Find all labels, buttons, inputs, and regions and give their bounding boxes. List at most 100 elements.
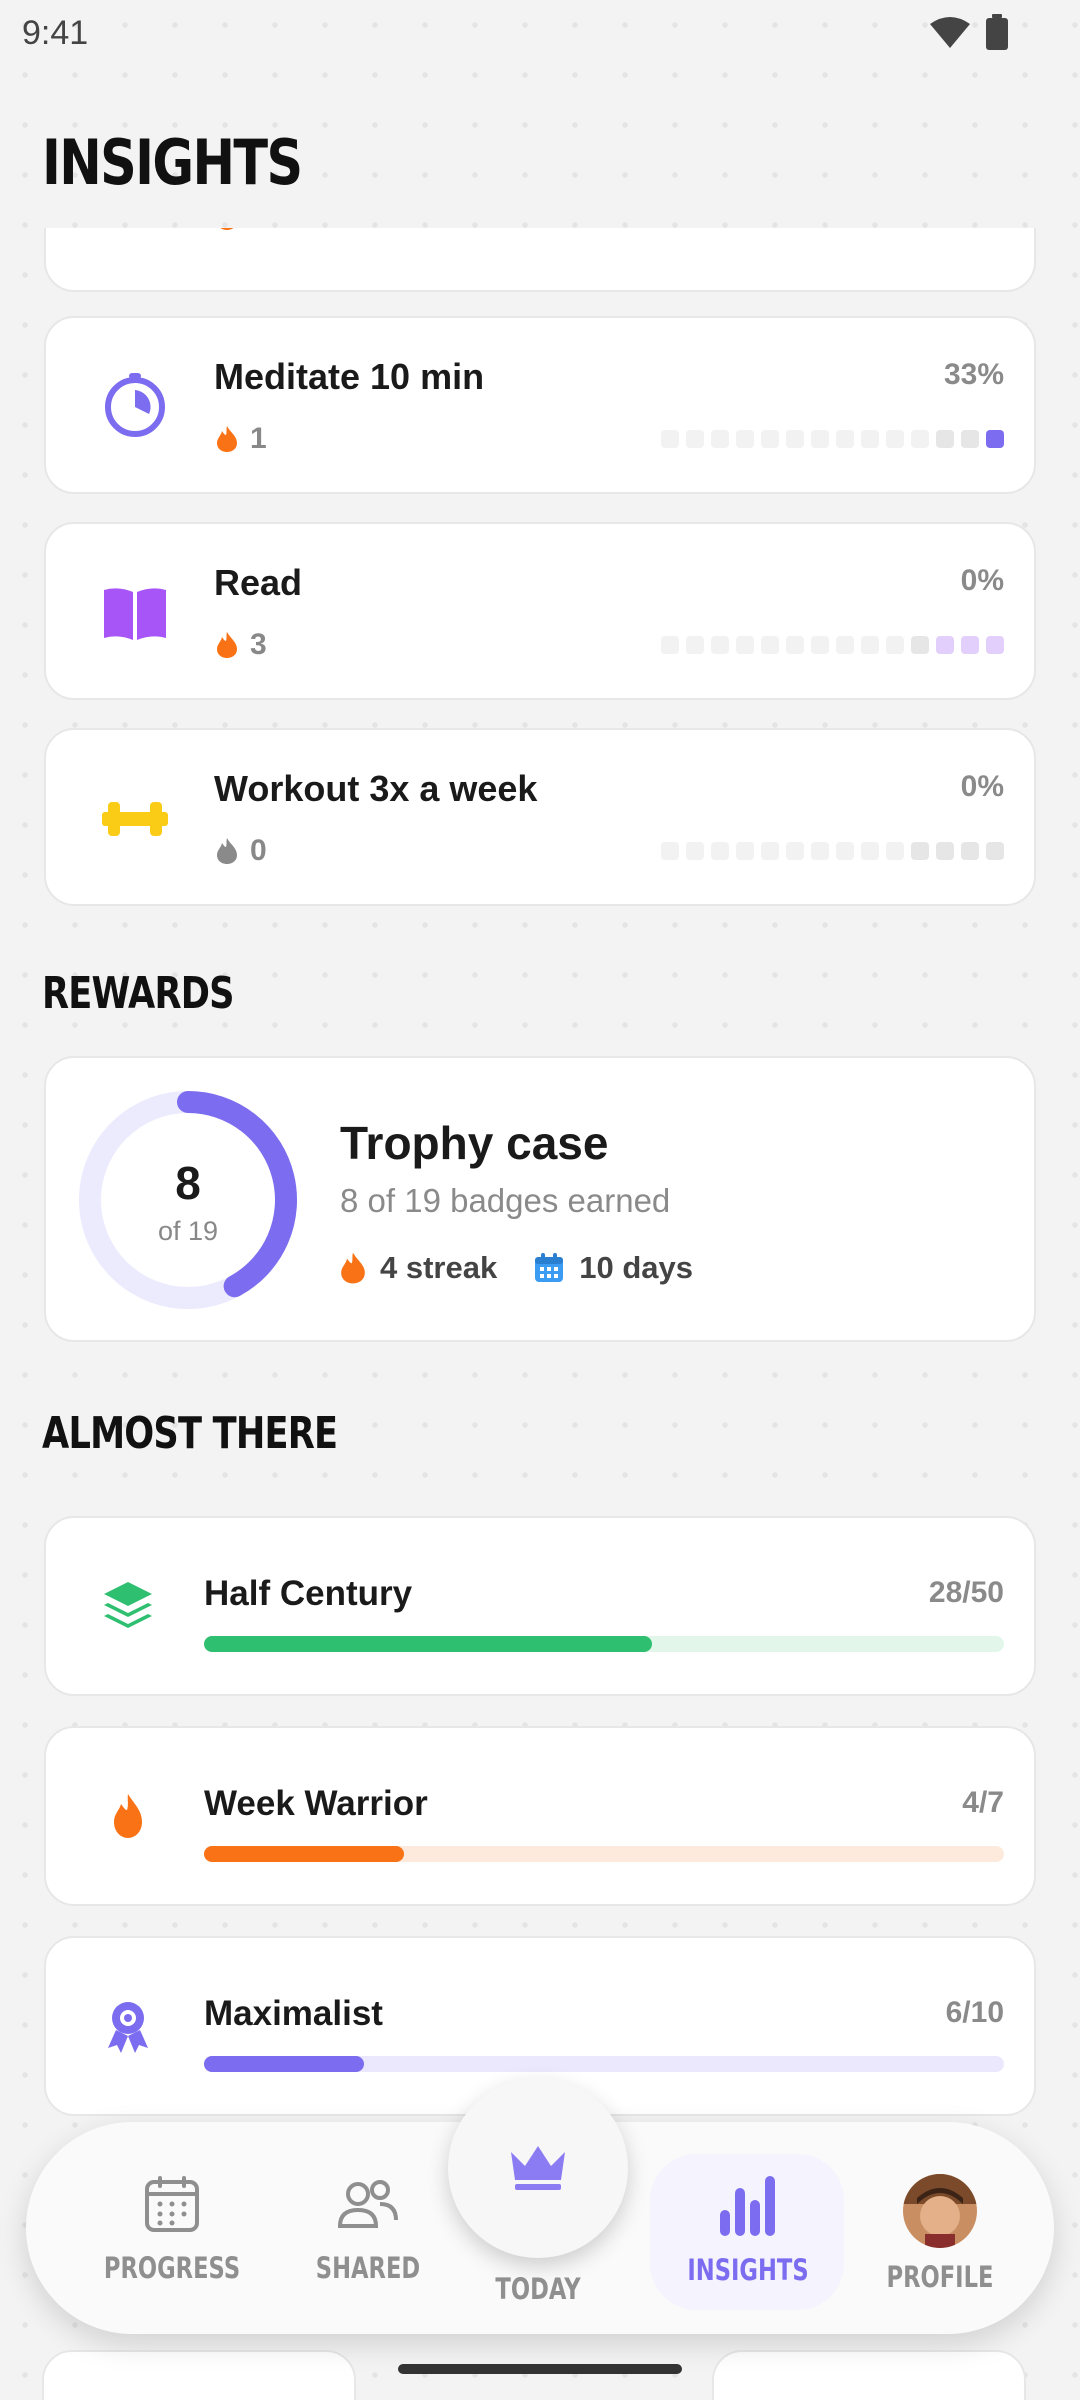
badge-count: 28/50 — [928, 1576, 1004, 1609]
history-dot — [661, 430, 679, 448]
crown-icon — [511, 2146, 565, 2190]
calendar-icon — [535, 1253, 564, 1282]
habit-name: Meditate 10 min — [214, 356, 485, 397]
badge-progress-fill — [204, 1846, 404, 1862]
badge-card-half-century[interactable]: Half Century 28/50 — [44, 1516, 1036, 1696]
trophy-case-card[interactable]: 8 of 19 Trophy case 8 of 19 badges earne… — [44, 1056, 1036, 1342]
history-dot — [711, 636, 729, 654]
history-dot — [786, 842, 804, 860]
history-dot — [786, 636, 804, 654]
avatar — [903, 2174, 977, 2248]
badge-count: 6/10 — [945, 1996, 1004, 2029]
peek-card — [42, 2350, 356, 2400]
history-dot — [936, 430, 954, 448]
tab-profile[interactable]: PROFILE — [850, 2174, 1030, 2294]
history-dot — [986, 842, 1004, 860]
trophy-stats: 4 streak 10 days — [340, 1250, 693, 1286]
history-dot — [711, 430, 729, 448]
habit-name: Read — [214, 562, 303, 603]
history-dot — [911, 842, 929, 860]
tab-progress[interactable]: PROGRESS — [82, 2174, 262, 2285]
history-dot — [961, 430, 979, 448]
flame-icon — [217, 632, 237, 658]
almost-there-section-title: ALMOST THERE — [42, 1408, 338, 1459]
history-dot — [811, 636, 829, 654]
badges-total: of 19 — [157, 1216, 219, 1246]
history-dot — [886, 842, 904, 860]
tab-today-label: TODAY — [495, 2272, 581, 2306]
award-icon — [108, 2002, 148, 2053]
trophy-case-title: Trophy case — [340, 1117, 609, 1169]
people-icon — [337, 2180, 398, 2228]
habit-card-read[interactable]: Read 0% 3 — [44, 522, 1036, 700]
flame-icon — [114, 1794, 142, 1838]
battery-icon — [986, 14, 1008, 50]
book-icon — [104, 588, 166, 640]
tab-shared[interactable]: SHARED — [278, 2174, 458, 2285]
history-dot — [911, 636, 929, 654]
flame-icon — [341, 1252, 365, 1284]
scroll-content[interactable]: 2 Meditate 10 min 33% 1 Read 0% 3 — [0, 228, 1080, 2400]
layers-icon — [104, 1582, 152, 1628]
history-dot — [936, 636, 954, 654]
history-dot — [661, 842, 679, 860]
history-dot — [961, 636, 979, 654]
habit-card-meditate[interactable]: Meditate 10 min 33% 1 — [44, 316, 1036, 494]
history-dot — [686, 430, 704, 448]
history-dot — [861, 842, 879, 860]
history-dot — [711, 842, 729, 860]
history-dot — [811, 842, 829, 860]
history-dot — [786, 430, 804, 448]
history-dot — [861, 430, 879, 448]
badge-card-week-warrior[interactable]: Week Warrior 4/7 — [44, 1726, 1036, 1906]
history-dot — [911, 430, 929, 448]
habit-streak: 1 — [216, 422, 267, 456]
habit-streak: 3 — [216, 628, 267, 662]
history-dot — [961, 842, 979, 860]
history-dot — [686, 636, 704, 654]
flame-icon — [220, 228, 234, 230]
habit-history — [661, 636, 1004, 654]
trophy-case-subtitle: 8 of 19 badges earned — [340, 1182, 671, 1219]
history-dot — [686, 842, 704, 860]
history-dot — [811, 430, 829, 448]
badge-name: Half Century — [204, 1574, 413, 1613]
habit-percent: 0% — [960, 564, 1004, 597]
habit-history — [661, 430, 1004, 448]
badge-progress-bar — [204, 1636, 1004, 1652]
status-time: 9:41 — [22, 14, 89, 52]
history-dot — [736, 430, 754, 448]
streak-label: 4 streak — [380, 1250, 498, 1285]
wifi-icon — [930, 17, 970, 48]
habit-history — [661, 842, 1004, 860]
today-button[interactable] — [448, 2078, 628, 2258]
history-dot — [836, 430, 854, 448]
dumbbell-icon — [102, 802, 168, 836]
history-dot — [861, 636, 879, 654]
history-dot — [736, 842, 754, 860]
badge-progress-fill — [204, 2056, 364, 2072]
badge-name: Maximalist — [204, 1994, 383, 2033]
history-dot — [986, 636, 1004, 654]
history-dot — [661, 636, 679, 654]
habit-percent: 33% — [943, 358, 1004, 391]
history-dot — [886, 430, 904, 448]
days-label: 10 days — [579, 1250, 693, 1285]
bar-chart-icon — [720, 2176, 775, 2236]
tab-insights[interactable]: INSIGHTS — [658, 2174, 838, 2287]
timer-icon — [105, 373, 165, 437]
history-dot — [886, 636, 904, 654]
flame-icon — [217, 838, 237, 864]
history-dot — [736, 636, 754, 654]
habit-card[interactable]: 2 — [44, 228, 1036, 292]
history-dot — [761, 430, 779, 448]
habit-percent: 0% — [960, 770, 1004, 803]
habit-name: Workout 3x a week — [214, 768, 538, 809]
habit-card-workout[interactable]: Workout 3x a week 0% 0 — [44, 728, 1036, 906]
badge-progress-bar — [204, 1846, 1004, 1862]
history-dot — [761, 842, 779, 860]
history-dot — [986, 430, 1004, 448]
badges-earned-count: 8 — [175, 1157, 201, 1209]
badge-progress-bar — [204, 2056, 1004, 2072]
badge-progress-fill — [204, 1636, 652, 1652]
